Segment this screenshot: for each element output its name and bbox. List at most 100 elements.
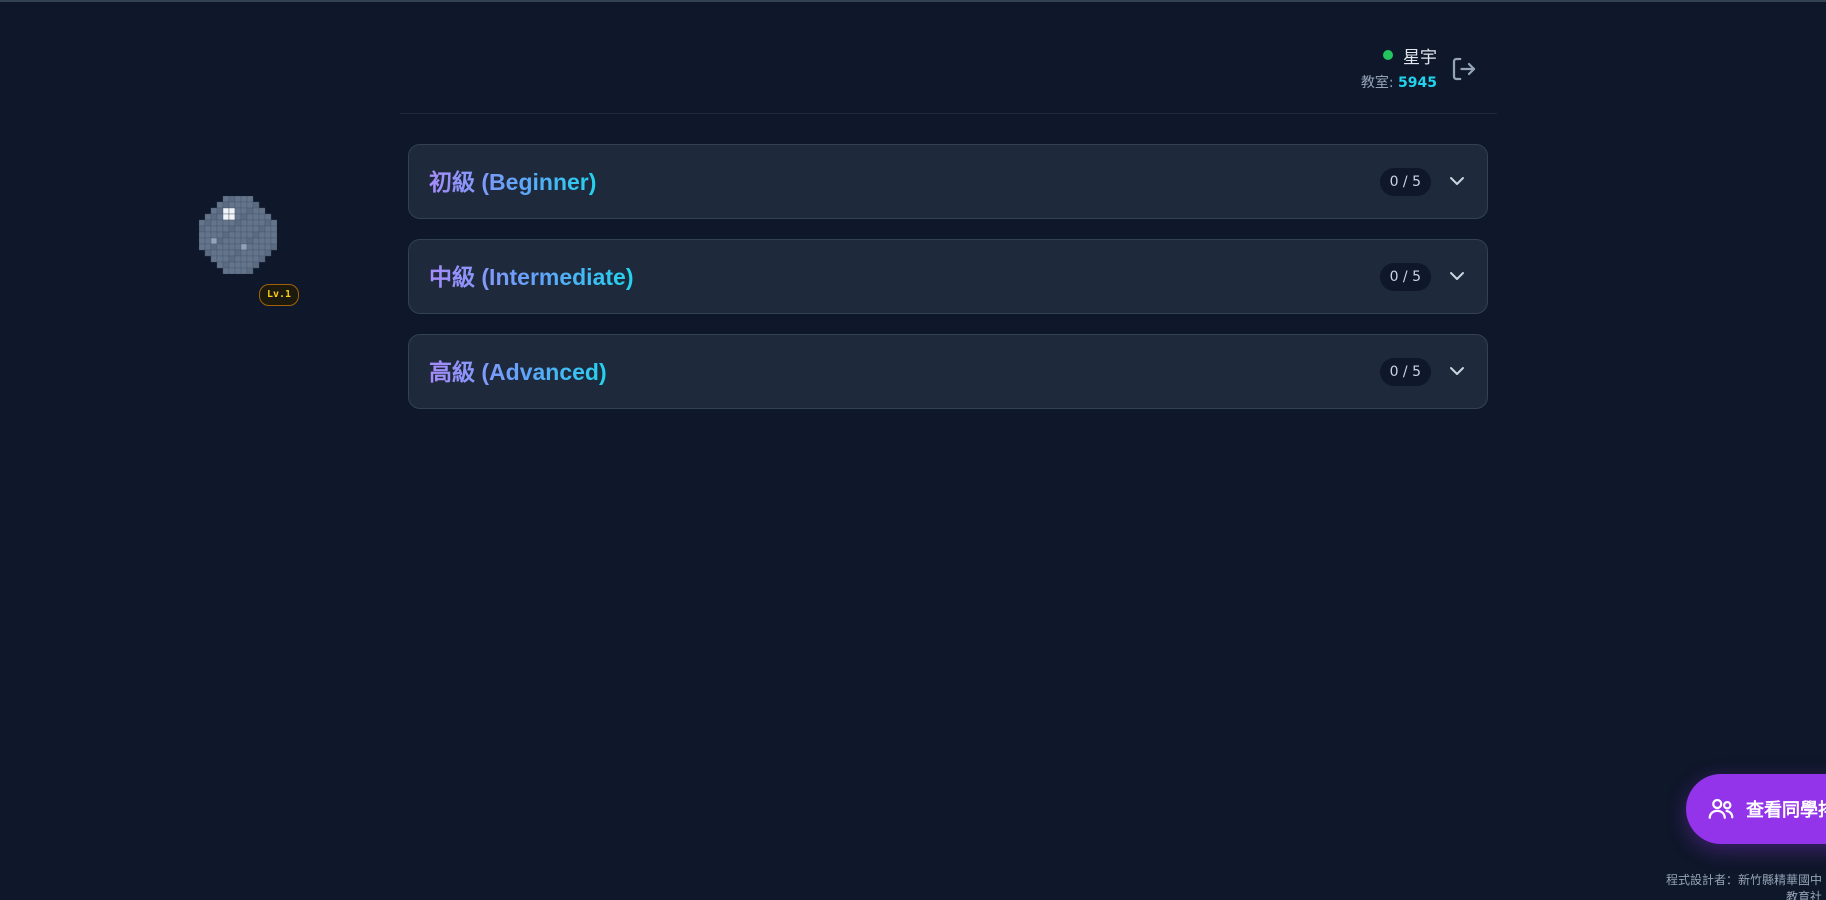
classroom-label: 教室: <box>1360 75 1399 91</box>
classroom-info: 教室: 5945 <box>1361 72 1437 92</box>
avatar-pixel <box>228 261 236 269</box>
avatar-pixel <box>204 213 212 221</box>
avatar-pixel <box>210 207 218 215</box>
avatar-pixel <box>228 249 236 257</box>
logout-icon[interactable] <box>1449 54 1479 84</box>
avatar-pixel <box>258 255 266 263</box>
avatar-pixel <box>246 196 254 203</box>
avatar-pixel <box>258 225 266 233</box>
avatar-pixel <box>228 237 236 245</box>
avatar-pixel <box>246 225 254 233</box>
avatar-pixel <box>216 255 224 263</box>
avatar-pixel <box>258 219 266 227</box>
chevron-down-icon[interactable] <box>1447 361 1467 381</box>
avatar-pixel <box>228 231 236 239</box>
avatar-pixel <box>216 225 224 233</box>
avatar-pixel <box>210 243 218 251</box>
avatar-pixel <box>270 225 277 233</box>
avatar-pixel <box>216 249 224 257</box>
avatar-pixel <box>228 213 236 221</box>
avatar-pixel <box>240 261 248 269</box>
avatar-pixel <box>204 231 212 239</box>
avatar-pixel <box>246 219 254 227</box>
avatar-pixel <box>222 255 230 263</box>
avatar-pixel <box>258 231 266 239</box>
online-status-dot <box>1383 50 1393 60</box>
level-card-intermediate[interactable]: 中級 (Intermediate) 0 / 5 <box>408 239 1488 314</box>
app-page: 星宇 教室: 5945 Lv.1 初級 (Beginner) 0 / 5 中級 … <box>0 0 1826 900</box>
avatar-pixel <box>240 249 248 257</box>
avatar-pixel <box>210 237 218 245</box>
avatar-pixel <box>204 225 212 233</box>
avatar-pixel <box>246 213 254 221</box>
avatar-pixel <box>222 196 230 203</box>
view-classmates-label: 查看同學排 <box>1746 800 1826 821</box>
avatar-pixel <box>252 261 260 269</box>
level-card-advanced[interactable]: 高級 (Advanced) 0 / 5 <box>408 334 1488 409</box>
avatar-pixel <box>270 231 277 239</box>
avatar-pixel <box>240 207 248 215</box>
avatar-pixel <box>228 255 236 263</box>
users-icon <box>1708 798 1734 819</box>
avatar-pixel <box>246 243 254 251</box>
avatar-pixel <box>240 213 248 221</box>
avatar-pixel <box>199 237 206 245</box>
classroom-number: 5945 <box>1398 75 1437 91</box>
avatar-pixel <box>228 201 236 209</box>
level-badge: Lv.1 <box>259 284 300 306</box>
avatar-pixel <box>222 201 230 209</box>
user-row: 星宇 <box>1361 44 1437 68</box>
avatar-pixel <box>240 219 248 227</box>
progress-count: 0 / 5 <box>1379 358 1431 386</box>
view-classmates-button[interactable]: 查看同學排 <box>1686 774 1826 844</box>
avatar-pixel <box>246 207 254 215</box>
avatar-pixel <box>258 213 266 221</box>
avatar-pixel <box>234 261 242 269</box>
avatar-pixel <box>240 196 248 203</box>
avatar-pixel <box>264 237 272 245</box>
avatar-pixel <box>252 225 260 233</box>
avatar-pixel <box>252 249 260 257</box>
avatar-pixel <box>252 213 260 221</box>
avatar-pixel <box>258 207 266 215</box>
avatar-pixel <box>246 267 254 274</box>
avatar-pixel <box>199 219 206 227</box>
avatar-pixel <box>222 213 230 221</box>
avatar-pixel <box>240 243 248 251</box>
avatar-pixel <box>234 267 242 274</box>
chevron-down-icon[interactable] <box>1447 171 1467 191</box>
avatar-pixel <box>234 207 242 215</box>
avatar-pixel <box>222 249 230 257</box>
credit-line-1: 程式設計者：新竹縣精華國中 <box>1666 873 1823 887</box>
avatar-pixel <box>210 219 218 227</box>
avatar-pixel <box>264 219 272 227</box>
avatar-pixel <box>216 201 224 209</box>
avatar-pixel <box>264 231 272 239</box>
avatar-pixel <box>252 219 260 227</box>
chevron-down-icon[interactable] <box>1447 266 1467 286</box>
avatar-pixel <box>222 237 230 245</box>
avatar-pixel <box>270 243 277 251</box>
pixel-planet-avatar <box>199 196 277 274</box>
avatar-pixel <box>246 201 254 209</box>
avatar-pixel <box>222 231 230 239</box>
avatar-pixel <box>210 249 218 257</box>
avatar-pixel <box>204 219 212 227</box>
avatar-pixel <box>252 201 260 209</box>
avatar-pixel <box>216 219 224 227</box>
avatar-pixel <box>222 243 230 251</box>
avatar-pixel <box>210 225 218 233</box>
avatar-pixel <box>204 249 212 257</box>
avatar-pixel <box>199 225 206 233</box>
avatar-pixel <box>234 237 242 245</box>
avatar-pixel <box>216 207 224 215</box>
avatar-pixel <box>216 231 224 239</box>
avatar-pixel <box>228 207 236 215</box>
avatar-pixel <box>222 261 230 269</box>
avatar-pixel <box>234 201 242 209</box>
avatar-pixel <box>246 231 254 239</box>
level-title: 高級 (Advanced) <box>429 335 607 410</box>
avatar-pixel <box>228 225 236 233</box>
level-card-beginner[interactable]: 初級 (Beginner) 0 / 5 <box>408 144 1488 219</box>
avatar-pixel <box>258 249 266 257</box>
